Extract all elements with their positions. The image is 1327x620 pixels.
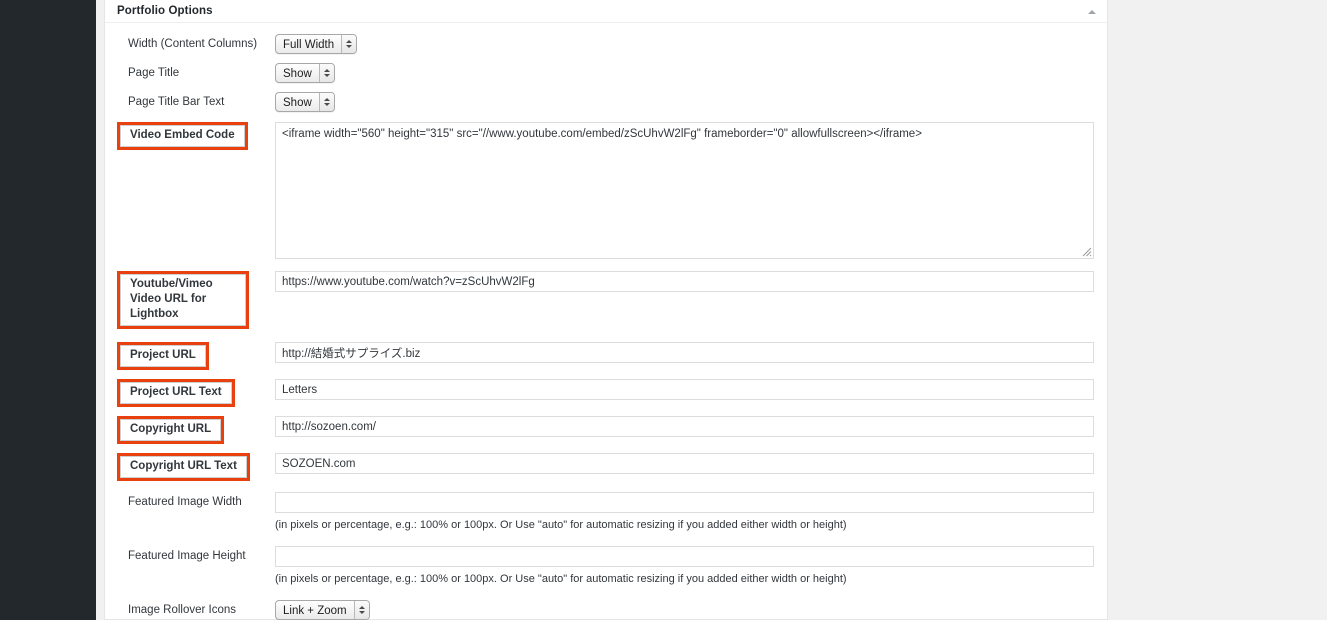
- label-cell: Project URL: [117, 342, 275, 370]
- arrow-up-glyph: [323, 69, 330, 72]
- stepper-arrows-icon: [341, 35, 357, 53]
- select-value: Show: [283, 68, 312, 80]
- arrow-down-glyph: [323, 103, 330, 106]
- screen: Portfolio Options Width (Content Columns…: [0, 0, 1327, 620]
- arrow-down-glyph: [346, 45, 353, 48]
- row-page-title-bar-text: Page Title Bar Text Show: [105, 83, 1107, 112]
- label-cell: Image Rollover Icons: [117, 600, 275, 620]
- label-cell: Project URL Text: [117, 379, 275, 407]
- input-featured-image-height[interactable]: [275, 546, 1094, 567]
- portfolio-options-metabox: Portfolio Options Width (Content Columns…: [104, 0, 1108, 620]
- control-cell: Show: [275, 92, 1107, 112]
- select-width-content-columns[interactable]: Full Width: [275, 34, 358, 54]
- input-lightbox-video-url[interactable]: [275, 271, 1094, 292]
- row-featured-image-height: Featured Image Height (in pixels or perc…: [105, 532, 1107, 586]
- hint-featured-image-height: (in pixels or percentage, e.g.: 100% or …: [275, 573, 847, 585]
- control-cell: (in pixels or percentage, e.g.: 100% or …: [275, 546, 1107, 586]
- label-cell: Featured Image Width: [117, 492, 275, 512]
- field-label-copyright-url: Copyright URL: [120, 419, 222, 441]
- row-page-title: Page Title Show: [105, 54, 1107, 83]
- label-cell: Copyright URL: [117, 416, 275, 444]
- control-cell: [275, 453, 1107, 474]
- label-cell: Featured Image Height: [117, 546, 275, 566]
- field-label-project-url-text: Project URL Text: [120, 382, 232, 404]
- textarea-wrapper: [275, 122, 1094, 259]
- select-image-rollover-icons[interactable]: Link + Zoom: [275, 600, 370, 620]
- hint-featured-image-width: (in pixels or percentage, e.g.: 100% or …: [275, 519, 847, 531]
- control-cell: [275, 271, 1107, 292]
- chevron-up-glyph: [1088, 10, 1096, 14]
- row-width-content-columns: Width (Content Columns) Full Width: [105, 23, 1107, 54]
- label-cell: Page Title: [117, 63, 275, 83]
- field-label-featured-image-width: Featured Image Width: [128, 496, 242, 508]
- field-label-page-title: Page Title: [128, 67, 180, 79]
- highlight-box-project-url: Project URL: [117, 342, 209, 370]
- row-video-embed-code: Video Embed Code: [105, 112, 1107, 259]
- field-label-project-url: Project URL: [120, 345, 206, 367]
- select-value: Show: [283, 97, 312, 109]
- stepper-arrows-icon: [318, 64, 334, 82]
- label-cell: Page Title Bar Text: [117, 92, 275, 112]
- highlight-box-lightbox-video-url: Youtube/Vimeo Video URL for Lightbox: [117, 271, 249, 329]
- field-label-width-content-columns: Width (Content Columns): [128, 38, 258, 50]
- textarea-video-embed-code[interactable]: [275, 122, 1094, 259]
- row-project-url: Project URL: [105, 329, 1107, 370]
- row-project-url-text: Project URL Text: [105, 370, 1107, 407]
- highlight-box-video-embed-code: Video Embed Code: [117, 122, 248, 150]
- label-cell: Youtube/Vimeo Video URL for Lightbox: [117, 271, 275, 329]
- input-project-url[interactable]: [275, 342, 1094, 363]
- highlight-box-project-url-text: Project URL Text: [117, 379, 235, 407]
- label-cell: Video Embed Code: [117, 122, 275, 150]
- page-title: Portfolio Options: [117, 5, 213, 17]
- control-cell: Link + Zoom: [275, 600, 1107, 620]
- stepper-arrows-icon: [318, 93, 334, 111]
- highlight-box-copyright-url-text: Copyright URL Text: [117, 453, 250, 481]
- control-cell: [275, 122, 1107, 259]
- chevron-up-icon[interactable]: [1085, 5, 1099, 19]
- admin-sidebar: [0, 0, 96, 620]
- select-value: Full Width: [283, 39, 335, 51]
- arrow-up-glyph: [346, 40, 353, 43]
- control-cell: Show: [275, 63, 1107, 83]
- control-cell: (in pixels or percentage, e.g.: 100% or …: [275, 492, 1107, 532]
- row-copyright-url: Copyright URL: [105, 407, 1107, 444]
- arrow-up-glyph: [358, 606, 365, 609]
- select-page-title[interactable]: Show: [275, 63, 335, 83]
- control-cell: Full Width: [275, 34, 1107, 54]
- row-image-rollover-icons: Image Rollover Icons Link + Zoom: [105, 586, 1107, 620]
- label-cell: Width (Content Columns): [117, 34, 275, 54]
- stepper-arrows-icon: [353, 601, 369, 619]
- metabox-header: Portfolio Options: [105, 0, 1107, 23]
- field-label-page-title-bar-text: Page Title Bar Text: [128, 96, 225, 108]
- field-label-image-rollover-icons: Image Rollover Icons: [128, 604, 237, 616]
- input-featured-image-width[interactable]: [275, 492, 1094, 513]
- field-label-lightbox-video-url: Youtube/Vimeo Video URL for Lightbox: [120, 274, 246, 326]
- row-featured-image-width: Featured Image Width (in pixels or perce…: [105, 481, 1107, 532]
- label-cell: Copyright URL Text: [117, 453, 275, 481]
- input-copyright-url-text[interactable]: [275, 453, 1094, 474]
- arrow-down-glyph: [358, 611, 365, 614]
- input-project-url-text[interactable]: [275, 379, 1094, 400]
- field-label-copyright-url-text: Copyright URL Text: [120, 456, 247, 478]
- input-copyright-url[interactable]: [275, 416, 1094, 437]
- field-label-video-embed-code: Video Embed Code: [120, 125, 245, 147]
- control-cell: [275, 416, 1107, 437]
- row-copyright-url-text: Copyright URL Text: [105, 444, 1107, 481]
- row-lightbox-video-url: Youtube/Vimeo Video URL for Lightbox: [105, 259, 1107, 329]
- field-label-featured-image-height: Featured Image Height: [128, 550, 246, 562]
- select-page-title-bar-text[interactable]: Show: [275, 92, 335, 112]
- arrow-down-glyph: [323, 74, 330, 77]
- metabox-body: Width (Content Columns) Full Width Page …: [105, 23, 1107, 620]
- arrow-up-glyph: [323, 98, 330, 101]
- control-cell: [275, 379, 1107, 400]
- highlight-box-copyright-url: Copyright URL: [117, 416, 225, 444]
- control-cell: [275, 342, 1107, 363]
- select-value: Link + Zoom: [283, 605, 347, 617]
